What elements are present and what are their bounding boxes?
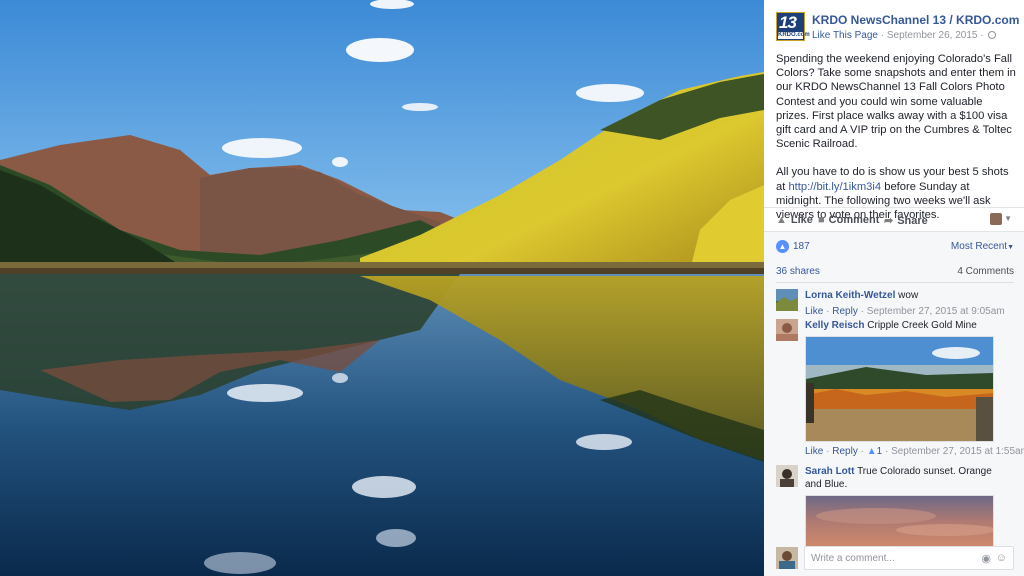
- comment-label: Comment: [828, 214, 880, 226]
- comment-controls: Like · Reply · September 27, 2015 at 9:0…: [805, 305, 1010, 318]
- smiley-icon[interactable]: ☺: [996, 552, 1007, 564]
- comment-photo[interactable]: [805, 336, 994, 442]
- sep: ·: [882, 446, 892, 457]
- feedback-divider: [776, 282, 1014, 283]
- share-arrow-icon: ➦: [884, 215, 894, 227]
- commenter-avatar[interactable]: [776, 289, 798, 311]
- comment-like-link[interactable]: Like: [805, 306, 823, 317]
- comment-reply-link[interactable]: Reply: [832, 306, 858, 317]
- share-count[interactable]: 36 shares: [776, 266, 820, 277]
- sort-label: Most Recent: [950, 241, 1008, 252]
- comment-text: Cripple Creek Gold Mine: [867, 320, 977, 331]
- logo-number: 13: [779, 13, 797, 32]
- sep: ·: [857, 446, 867, 457]
- meta-separator: ·: [877, 30, 887, 41]
- comment-controls: Like · Reply · ▲1 · September 27, 2015 a…: [805, 445, 1024, 458]
- like-button[interactable]: ▲ Like: [776, 214, 813, 226]
- current-user-avatar: [776, 547, 798, 569]
- comment-reply-link[interactable]: Reply: [832, 446, 858, 457]
- contest-link[interactable]: http://bit.ly/1ikm3i4: [788, 181, 881, 193]
- comment-body: Sarah Lott True Colorado sunset. Orange …: [805, 465, 1010, 547]
- comment-body: Lorna Keith-Wetzel wow Like · Reply · Se…: [805, 289, 1010, 318]
- comment-like-link[interactable]: Like: [805, 446, 823, 457]
- commenter-avatar[interactable]: [776, 465, 798, 487]
- comment-body: Kelly Reisch Cripple Creek Gold Mine Lik…: [805, 319, 1024, 458]
- mountain-lake-image: [0, 0, 764, 576]
- speech-bubble-icon: ■: [818, 214, 825, 226]
- page-name-link[interactable]: KRDO NewsChannel 13 / KRDO.com: [812, 13, 1019, 27]
- cripple-creek-photo: [806, 337, 993, 441]
- share-label: Share: [897, 215, 928, 227]
- sep: ·: [823, 446, 833, 457]
- shares-row: 36 shares 4 Comments: [776, 266, 1014, 282]
- comment-composer: Write a comment... ◉ ☺: [776, 546, 1014, 570]
- comment-text: wow: [898, 290, 919, 301]
- post-date[interactable]: September 26, 2015: [887, 30, 978, 41]
- like-reaction-icon: ▲: [776, 240, 789, 253]
- post-meta: Like This Page · September 26, 2015 ·: [812, 30, 997, 41]
- post-header: 13 KRDO.com KRDO NewsChannel 13 / KRDO.c…: [776, 12, 1019, 44]
- comment-time[interactable]: September 27, 2015 at 1:55am: [891, 446, 1024, 457]
- comment-button[interactable]: ■ Comment: [818, 214, 879, 226]
- sep: ·: [857, 306, 867, 317]
- sep: ·: [823, 306, 833, 317]
- meta-separator-2: ·: [977, 30, 984, 41]
- comment-input[interactable]: Write a comment... ◉ ☺: [804, 546, 1014, 570]
- comment-placeholder: Write a comment...: [811, 553, 895, 564]
- sunset-photo: [806, 496, 993, 546]
- post-actions: ▲ Like ■ Comment ➦ Share ▼: [764, 207, 1024, 231]
- post-photo[interactable]: [0, 0, 764, 576]
- like-count[interactable]: 187: [793, 241, 810, 252]
- like-page-link[interactable]: Like This Page: [812, 30, 878, 41]
- viewer-avatar[interactable]: [990, 213, 1002, 225]
- like-label: Like: [790, 214, 813, 226]
- likes-row: ▲ 187 Most Recent▼: [776, 240, 1014, 256]
- comment-author[interactable]: Sarah Lott: [805, 466, 854, 477]
- comment-photo[interactable]: [805, 495, 994, 547]
- page-avatar[interactable]: 13 KRDO.com: [776, 12, 810, 41]
- share-button[interactable]: ➦ Share: [884, 214, 928, 227]
- comment-count[interactable]: 4 Comments: [957, 266, 1014, 277]
- thumbs-up-icon: ▲: [776, 214, 787, 226]
- globe-icon: [988, 31, 997, 39]
- post-paragraph-1: Spending the weekend enjoying Colorado's…: [776, 53, 1016, 151]
- post-side-panel: 13 KRDO.com KRDO NewsChannel 13 / KRDO.c…: [764, 0, 1024, 576]
- comment-time[interactable]: September 27, 2015 at 9:05am: [867, 306, 1005, 317]
- chevron-down-icon[interactable]: ▼: [1004, 214, 1012, 223]
- thumbs-up-icon: ▲: [866, 446, 877, 457]
- comment-author[interactable]: Lorna Keith-Wetzel: [805, 290, 895, 301]
- camera-icon[interactable]: ◉: [981, 552, 991, 565]
- sort-comments-dropdown[interactable]: Most Recent▼: [951, 241, 1014, 252]
- caret-down-icon: ▼: [1007, 244, 1014, 251]
- logo-sub: KRDO.com: [778, 32, 810, 39]
- commenter-avatar[interactable]: [776, 319, 798, 341]
- comment-author[interactable]: Kelly Reisch: [805, 320, 864, 331]
